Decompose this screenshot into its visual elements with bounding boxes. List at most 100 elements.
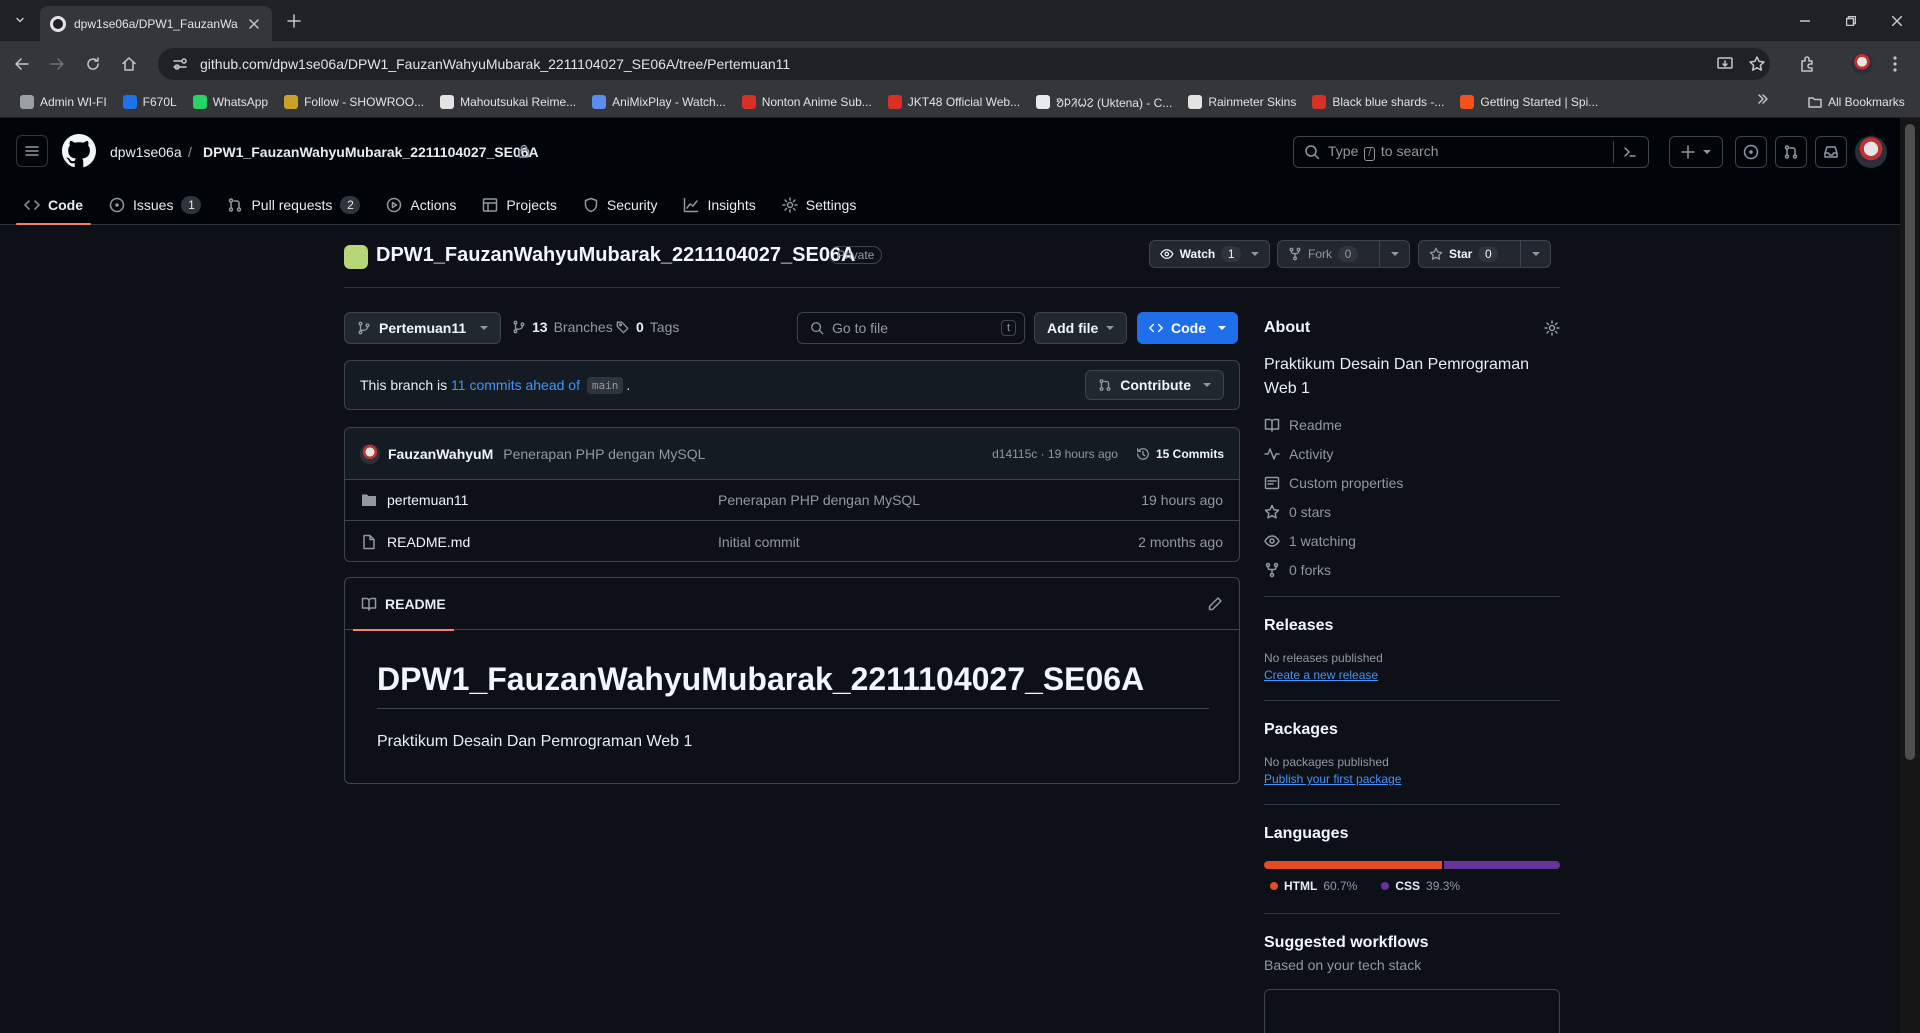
inbox-button[interactable]	[1815, 136, 1847, 168]
address-bar[interactable]: github.com/dpw1se06a/DPW1_FauzanWahyuMub…	[158, 48, 1770, 80]
browser-profile-avatar[interactable]	[1851, 53, 1873, 75]
language-percent: 60.7%	[1323, 879, 1358, 893]
repo-owner-avatar[interactable]	[344, 245, 368, 269]
bookmark-item[interactable]: Getting Started | Spi...	[1452, 89, 1606, 115]
bookmark-item[interactable]: Follow - SHOWROO...	[276, 89, 432, 115]
issue-opened-icon	[109, 197, 125, 212]
bookmark-item[interactable]: AniMixPlay - Watch...	[584, 89, 734, 115]
star-dropdown[interactable]	[1520, 241, 1550, 267]
issues-header-button[interactable]	[1735, 136, 1767, 168]
language-item[interactable]: CSS 39.3%	[1381, 879, 1460, 893]
hamburger-icon	[25, 146, 39, 156]
scrollbar-thumb[interactable]	[1905, 124, 1915, 760]
bookmark-item[interactable]: Black blue shards -...	[1304, 89, 1452, 115]
bookmark-item[interactable]: WhatsApp	[185, 89, 276, 115]
close-window-button[interactable]	[1874, 0, 1920, 41]
user-avatar[interactable]	[1855, 136, 1887, 168]
tab-readme[interactable]: README	[353, 578, 454, 631]
tab-settings[interactable]: Settings	[774, 184, 865, 225]
go-to-file-input[interactable]: Go to file t	[797, 312, 1025, 344]
create-new-button[interactable]	[1669, 136, 1723, 168]
add-file-button[interactable]: Add file	[1034, 312, 1128, 344]
global-nav-menu-button[interactable]	[16, 135, 48, 167]
branch-selector[interactable]: Pertemuan11	[344, 312, 502, 344]
file-commit-message[interactable]: Penerapan PHP dengan MySQL	[718, 492, 920, 508]
bookmark-item[interactable]: JKT48 Official Web...	[880, 89, 1028, 115]
back-button[interactable]	[7, 49, 37, 79]
commit-author[interactable]: FauzanWahyuM	[388, 446, 493, 462]
bookmark-item[interactable]: ᱚᱞᱤᱦᱮ (Uktena) - C...	[1028, 89, 1180, 115]
releases-title[interactable]: Releases	[1264, 617, 1560, 635]
all-bookmarks[interactable]: All Bookmarks	[1800, 89, 1913, 115]
fork-dropdown[interactable]	[1379, 241, 1409, 267]
command-palette-icon[interactable]	[1622, 144, 1638, 160]
packages-title[interactable]: Packages	[1264, 721, 1560, 739]
about-stars-label: 0 stars	[1289, 503, 1332, 520]
bookmark-item[interactable]: Nonton Anime Sub...	[734, 89, 880, 115]
minimize-button[interactable]	[1782, 0, 1828, 41]
about-stars-link[interactable]: 0 stars	[1264, 497, 1560, 526]
extensions-icon[interactable]	[1799, 55, 1817, 73]
repo-title[interactable]: DPW1_FauzanWahyuMubarak_2211104027_SE06A	[376, 244, 856, 267]
pull-requests-header-button[interactable]	[1775, 136, 1807, 168]
branches-link[interactable]: 13 Branches	[512, 319, 613, 335]
forward-button[interactable]	[42, 49, 72, 79]
about-custom-properties-link[interactable]: Custom properties	[1264, 468, 1560, 497]
code-button[interactable]: Code	[1137, 312, 1238, 344]
tab-issues[interactable]: Issues 1	[101, 184, 209, 225]
tab-close-icon[interactable]	[246, 16, 262, 32]
gear-icon[interactable]	[1544, 320, 1560, 336]
breadcrumb-repo[interactable]: DPW1_FauzanWahyuMubarak_2211104027_SE06A	[203, 144, 539, 160]
commits-history-link[interactable]: 15 Commits	[1136, 447, 1224, 461]
restore-button[interactable]	[1828, 0, 1874, 41]
bookmarks-overflow-icon[interactable]	[1757, 93, 1769, 105]
tab-pull-requests[interactable]: Pull requests 2	[219, 184, 368, 225]
bookmark-item[interactable]: Mahoutsukai Reime...	[432, 89, 584, 115]
tab-search-button[interactable]	[8, 8, 32, 32]
triangle-down-icon	[1251, 252, 1259, 256]
tags-link[interactable]: 0 Tags	[616, 319, 679, 335]
language-item[interactable]: HTML 60.7%	[1270, 879, 1357, 893]
tab-insights[interactable]: Insights	[675, 184, 763, 225]
file-name[interactable]: pertemuan11	[387, 492, 468, 508]
tab-code[interactable]: Code	[16, 184, 91, 225]
github-logo-icon[interactable]	[62, 134, 96, 168]
about-watching-link[interactable]: 1 watching	[1264, 526, 1560, 555]
about-activity-link[interactable]: Activity	[1264, 439, 1560, 468]
ahead-compare-link[interactable]: 11 commits ahead of	[451, 377, 580, 393]
bookmark-item[interactable]: Admin WI-FI	[12, 89, 115, 115]
minimize-icon	[1800, 19, 1810, 22]
search-input[interactable]: Type / to search	[1293, 136, 1649, 168]
tab-security[interactable]: Security	[575, 184, 666, 225]
browser-tab-active[interactable]: dpw1se06a/DPW1_FauzanWahyuMubarak_221110…	[40, 6, 272, 41]
contribute-button[interactable]: Contribute	[1085, 370, 1224, 400]
tab-code-label: Code	[48, 196, 83, 213]
bookmark-star-icon[interactable]	[1748, 55, 1766, 73]
watch-button[interactable]: Watch 1	[1149, 240, 1270, 268]
star-button[interactable]: Star 0	[1418, 240, 1551, 268]
commit-meta[interactable]: d14115c · 19 hours ago	[992, 447, 1118, 461]
restore-icon	[1846, 15, 1856, 26]
home-button[interactable]	[114, 49, 144, 79]
breadcrumb-owner[interactable]: dpw1se06a	[110, 144, 182, 160]
tab-projects[interactable]: Projects	[474, 184, 565, 225]
install-app-icon[interactable]	[1716, 55, 1734, 73]
about-activity-label: Activity	[1289, 445, 1334, 462]
new-tab-button[interactable]	[282, 9, 306, 33]
create-release-link[interactable]: Create a new release	[1264, 668, 1560, 682]
commit-author-avatar[interactable]	[360, 443, 380, 464]
publish-package-link[interactable]: Publish your first package	[1264, 772, 1560, 786]
reload-button[interactable]	[78, 49, 108, 79]
file-name[interactable]: README.md	[387, 534, 470, 550]
browser-menu-icon[interactable]	[1892, 55, 1898, 73]
bookmark-item[interactable]: F670L	[115, 89, 185, 115]
fork-button[interactable]: Fork 0	[1277, 240, 1410, 268]
table-row: pertemuan11 Penerapan PHP dengan MySQL 1…	[345, 480, 1239, 521]
tab-actions[interactable]: Actions	[378, 184, 464, 225]
about-readme-link[interactable]: Readme	[1264, 410, 1560, 439]
bookmark-item[interactable]: Rainmeter Skins	[1180, 89, 1304, 115]
commit-message[interactable]: Penerapan PHP dengan MySQL	[503, 446, 705, 462]
file-commit-message[interactable]: Initial commit	[718, 534, 800, 550]
about-forks-link[interactable]: 0 forks	[1264, 555, 1560, 584]
edit-pencil-icon[interactable]	[1207, 596, 1223, 612]
